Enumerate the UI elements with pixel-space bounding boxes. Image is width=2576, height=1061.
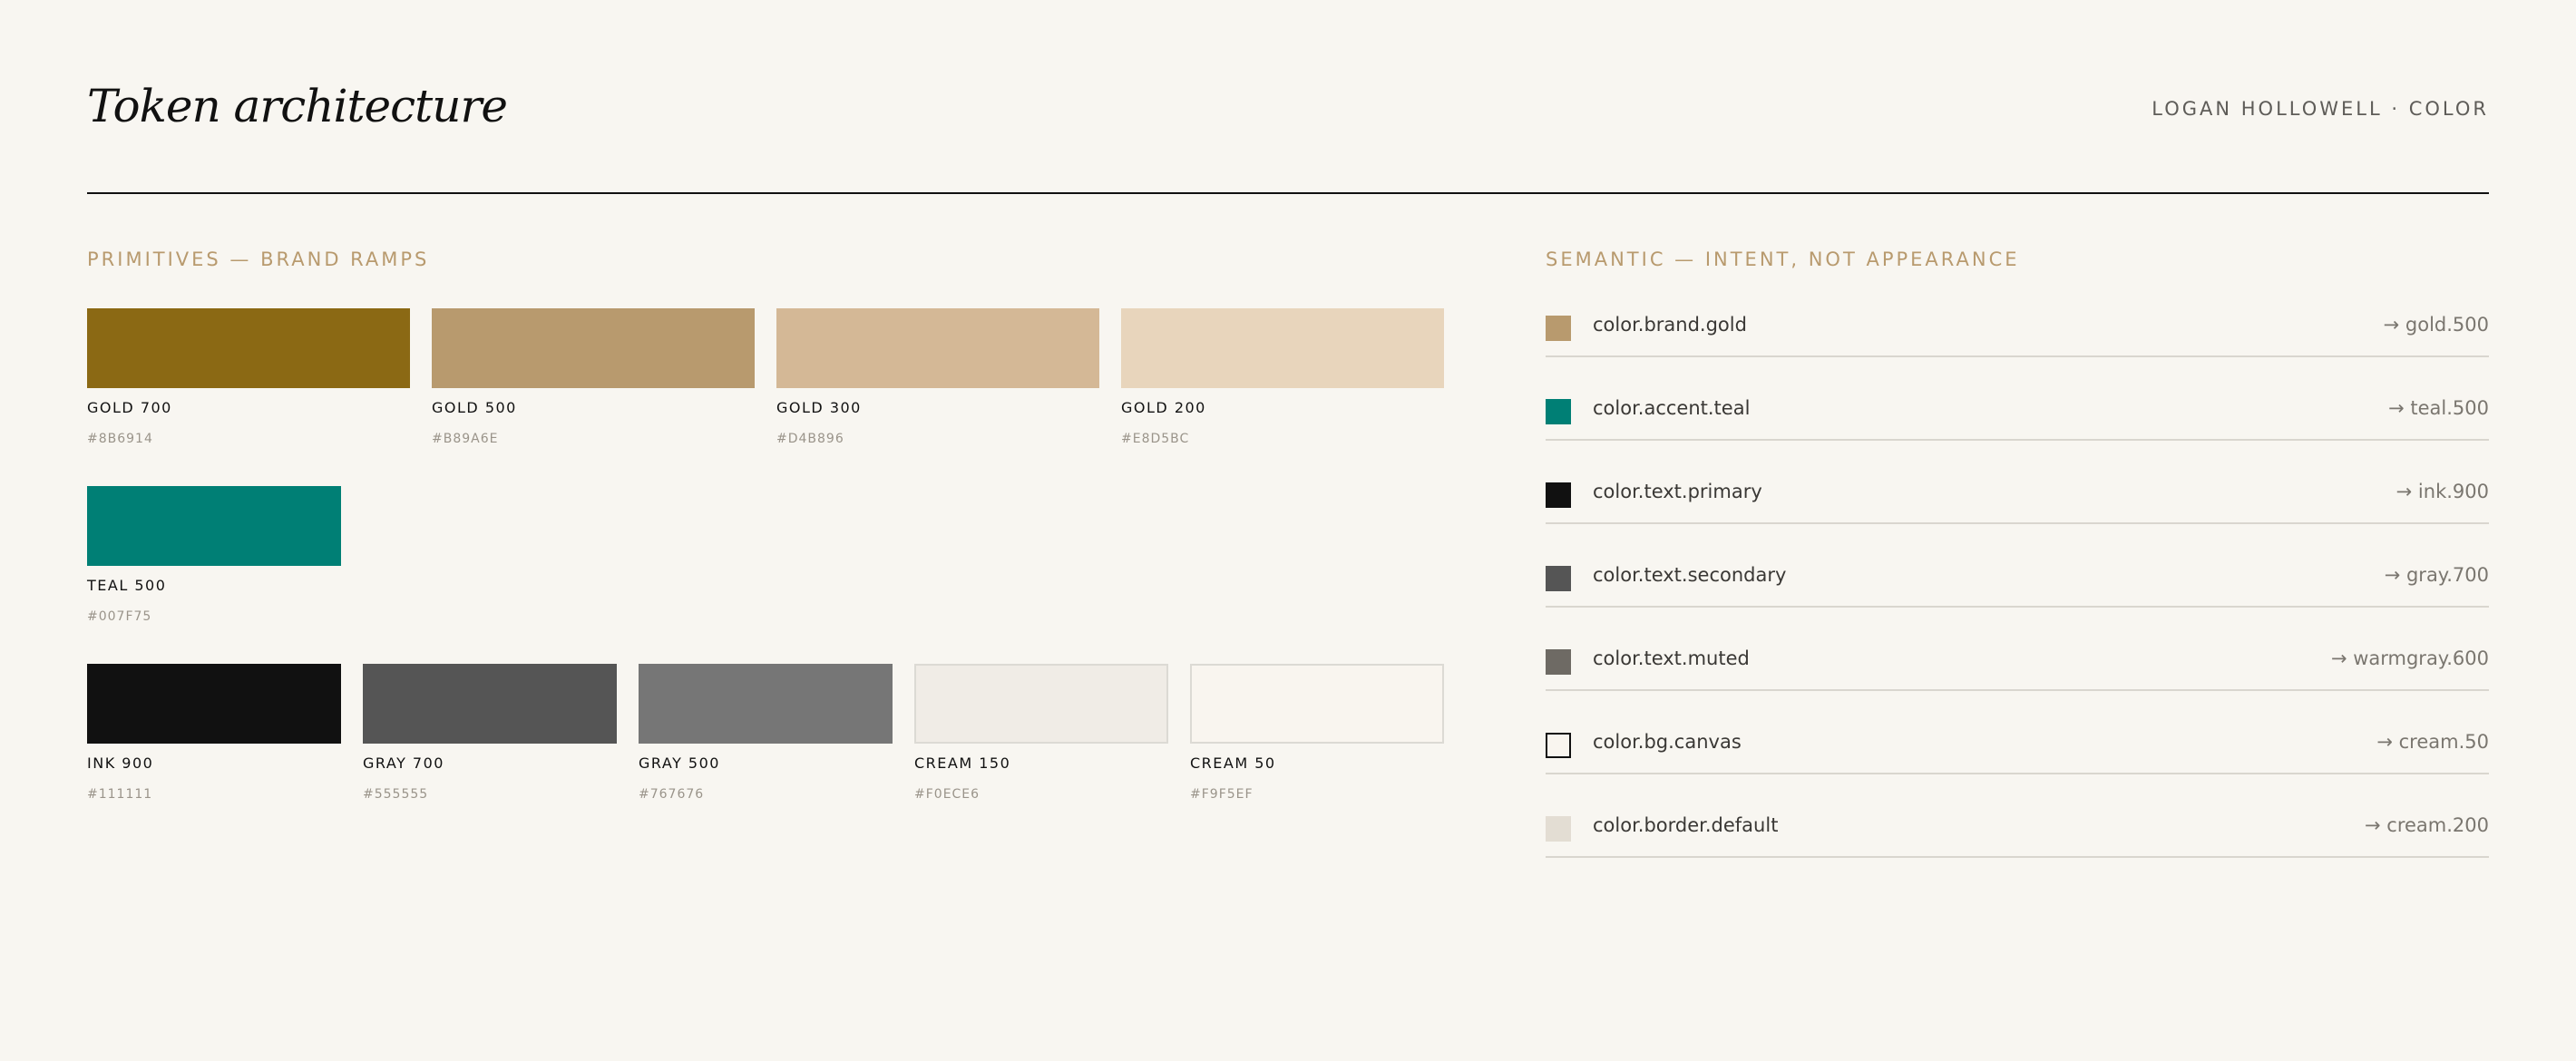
- author-byline: LOGAN HOLLOWELL · COLOR: [2152, 98, 2489, 120]
- token-name: color.bg.canvas: [1593, 731, 1742, 753]
- swatch-hex: #B89A6E: [432, 432, 499, 446]
- swatch-name: CREAM 50: [1190, 754, 1276, 772]
- token-color-chip: [1546, 649, 1571, 675]
- header-divider: [87, 192, 2489, 194]
- token-reference: → cream.200: [2365, 814, 2489, 836]
- token-name: color.brand.gold: [1593, 314, 1747, 336]
- swatch-chip: [639, 664, 893, 744]
- token-name: color.text.primary: [1593, 481, 1762, 502]
- swatch-hex: #D4B896: [776, 432, 844, 446]
- token-name: color.border.default: [1593, 814, 1779, 836]
- swatch-name: GOLD 500: [432, 399, 517, 416]
- token-reference: → cream.50: [2376, 731, 2489, 753]
- swatch-chip: [432, 308, 755, 388]
- token-name: color.accent.teal: [1593, 397, 1751, 419]
- swatch-hex: #E8D5BC: [1121, 432, 1190, 446]
- token-row-divider: [1546, 439, 2489, 441]
- token-color-chip: [1546, 482, 1571, 508]
- token-color-chip: [1546, 316, 1571, 341]
- page-title: Token architecture: [87, 80, 508, 132]
- token-row: color.text.muted → warmgray.600: [1546, 638, 2489, 722]
- swatch-hex: #767676: [639, 787, 705, 802]
- swatch-hex: #555555: [363, 787, 429, 802]
- swatch-chip: [776, 308, 1099, 388]
- token-color-chip: [1546, 566, 1571, 591]
- primitives-section-label: PRIMITIVES — BRAND RAMPS: [87, 248, 430, 270]
- token-color-chip: [1546, 733, 1571, 758]
- swatch-chip: [1121, 308, 1444, 388]
- swatch-chip: [914, 664, 1168, 744]
- token-row: color.text.secondary → gray.700: [1546, 555, 2489, 638]
- token-name: color.text.muted: [1593, 647, 1750, 669]
- swatch-hex: #111111: [87, 787, 153, 802]
- token-color-chip: [1546, 399, 1571, 424]
- token-reference: → warmgray.600: [2330, 647, 2489, 669]
- token-row-divider: [1546, 522, 2489, 524]
- swatch-chip: [363, 664, 617, 744]
- semantic-section-label: SEMANTIC — INTENT, NOT APPEARANCE: [1546, 248, 2020, 270]
- token-row-divider: [1546, 606, 2489, 608]
- token-row: color.bg.canvas → cream.50: [1546, 722, 2489, 805]
- swatch-chip: [87, 486, 341, 566]
- swatch-chip: [87, 308, 410, 388]
- swatch-name: INK 900: [87, 754, 154, 772]
- swatch-name: GRAY 700: [363, 754, 444, 772]
- swatch-chip: [1190, 664, 1444, 744]
- swatch-name: GOLD 200: [1121, 399, 1206, 416]
- token-row: color.border.default → cream.200: [1546, 805, 2489, 889]
- token-row-divider: [1546, 689, 2489, 691]
- token-row-divider: [1546, 856, 2489, 858]
- token-reference: → gold.500: [2383, 314, 2489, 336]
- token-row: color.text.primary → ink.900: [1546, 472, 2489, 555]
- token-row-divider: [1546, 773, 2489, 774]
- token-reference: → gray.700: [2384, 564, 2489, 586]
- token-row: color.brand.gold → gold.500: [1546, 305, 2489, 388]
- token-name: color.text.secondary: [1593, 564, 1787, 586]
- token-color-chip: [1546, 816, 1571, 842]
- token-row: color.accent.teal → teal.500: [1546, 388, 2489, 472]
- swatch-hex: #F9F5EF: [1190, 787, 1254, 802]
- swatch-hex: #F0ECE6: [914, 787, 981, 802]
- swatch-name: GOLD 700: [87, 399, 172, 416]
- token-row-divider: [1546, 355, 2489, 357]
- token-architecture-page: Token architecture LOGAN HOLLOWELL · COL…: [0, 0, 2576, 1061]
- token-reference: → teal.500: [2388, 397, 2489, 419]
- swatch-name: GRAY 500: [639, 754, 720, 772]
- swatch-hex: #007F75: [87, 609, 152, 624]
- swatch-name: CREAM 150: [914, 754, 1011, 772]
- swatch-name: GOLD 300: [776, 399, 862, 416]
- swatch-name: TEAL 500: [87, 577, 167, 594]
- swatch-chip: [87, 664, 341, 744]
- swatch-hex: #8B6914: [87, 432, 153, 446]
- token-reference: → ink.900: [2395, 481, 2489, 502]
